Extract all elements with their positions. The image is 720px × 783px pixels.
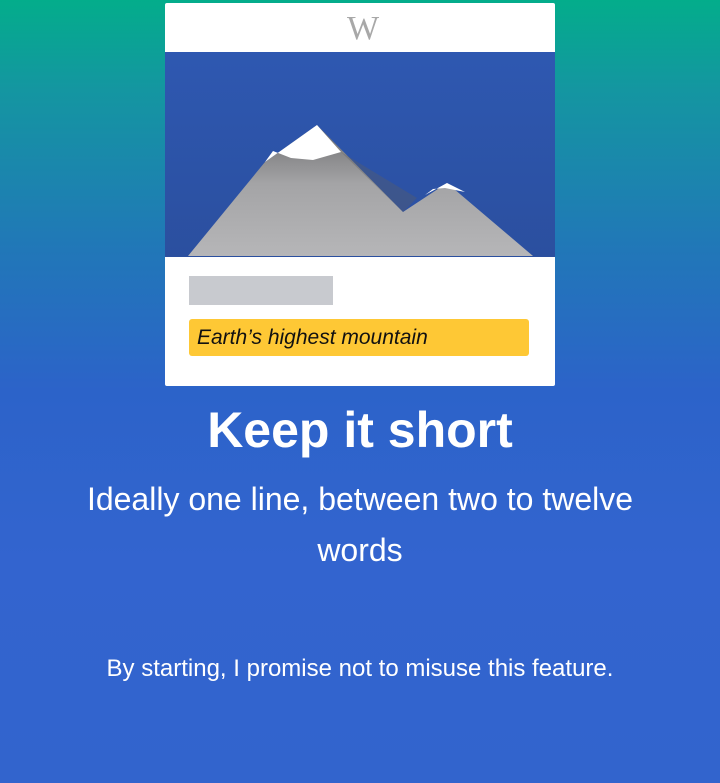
- title-placeholder: [189, 276, 333, 305]
- illustration-card: W Earth’s highest mountain: [165, 3, 555, 386]
- card-header: W: [165, 3, 555, 52]
- wikipedia-logo-icon: W: [346, 9, 379, 47]
- description-highlight: Earth’s highest mountain: [189, 319, 529, 356]
- mountain-illustration: [165, 52, 555, 257]
- description-text: Earth’s highest mountain: [197, 325, 428, 349]
- terms-notice: By starting, I promise not to misuse thi…: [106, 655, 614, 682]
- onboarding-subtitle: Ideally one line, between two to twelve …: [86, 481, 634, 568]
- onboarding-heading: Keep it short: [207, 402, 513, 458]
